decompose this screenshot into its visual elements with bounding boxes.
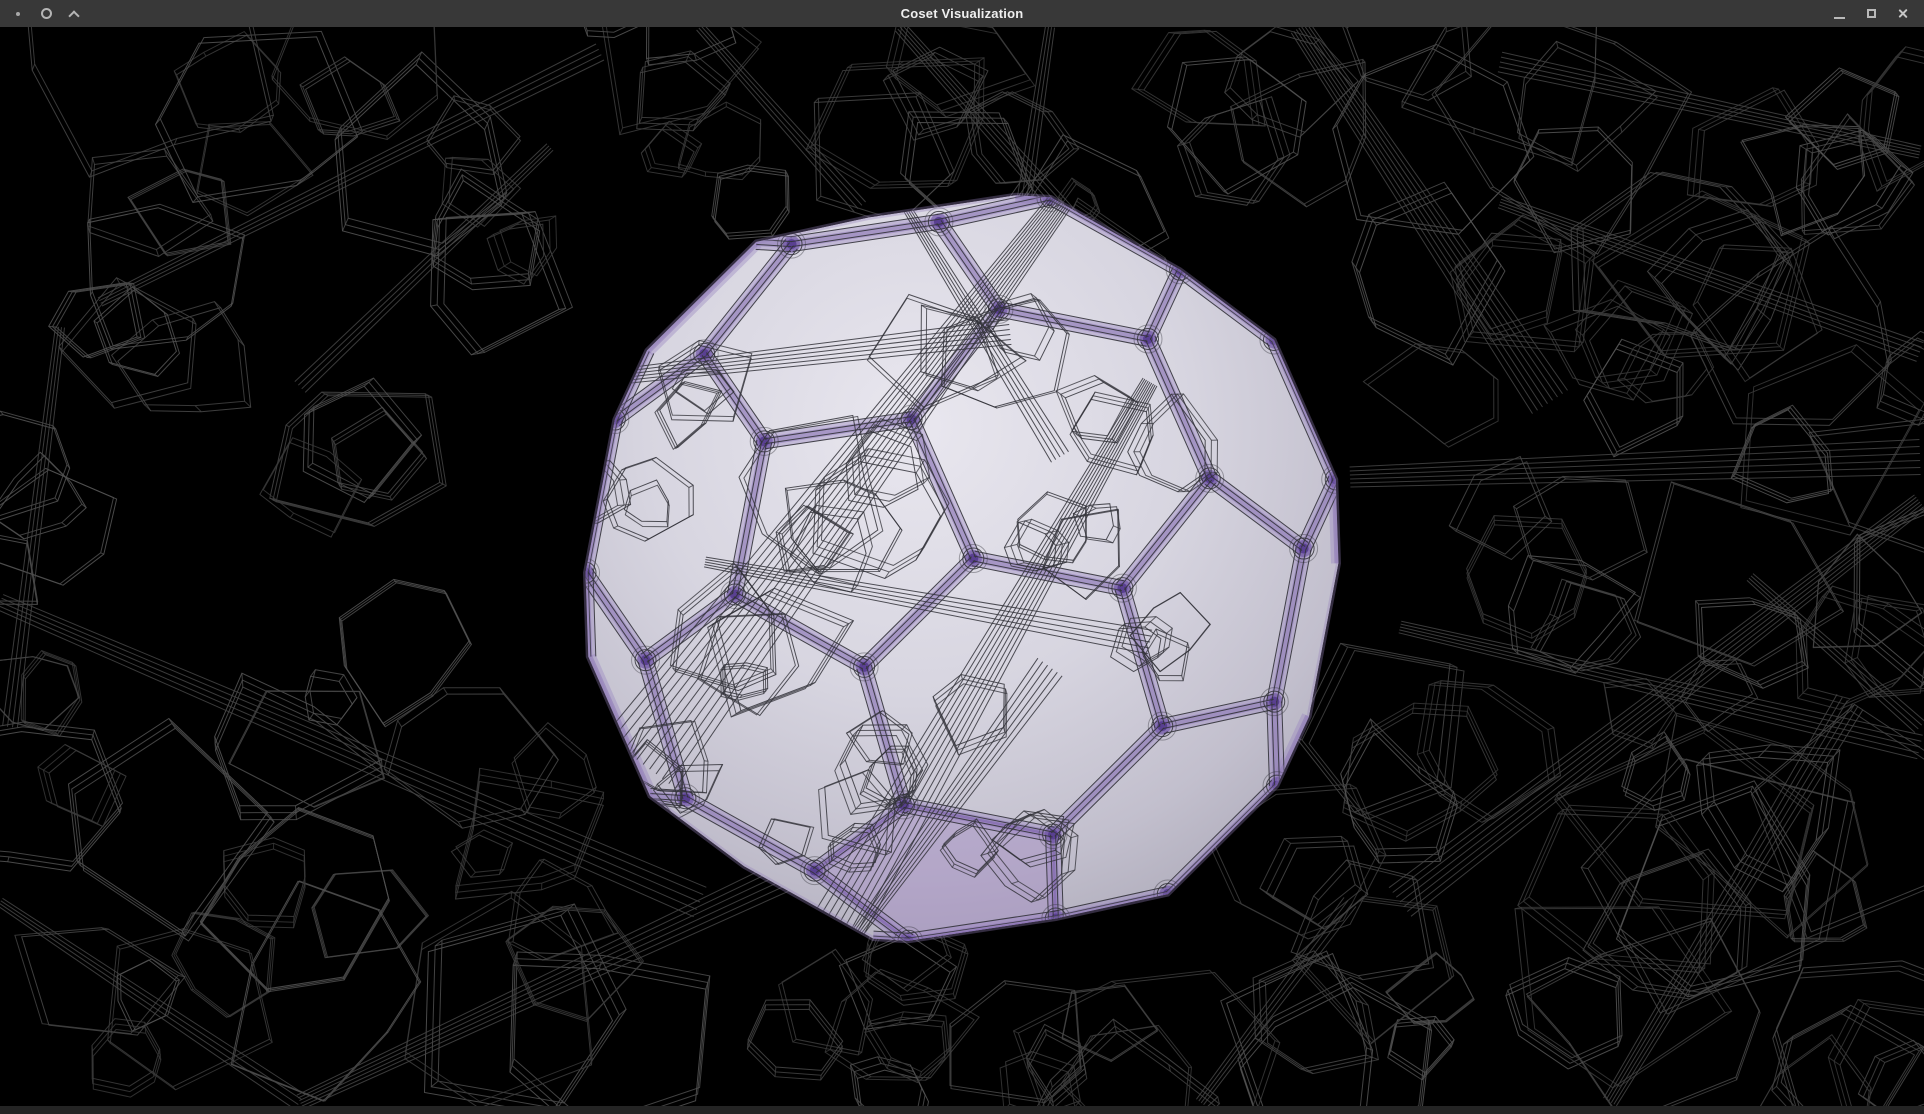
window-title: Coset Visualization: [0, 6, 1924, 21]
circle-icon[interactable]: [34, 2, 58, 26]
minimize-button[interactable]: [1827, 2, 1851, 26]
window-border-bottom: [0, 1106, 1924, 1114]
titlebar[interactable]: Coset Visualization: [0, 0, 1924, 27]
dot-icon: [6, 2, 30, 26]
titlebar-left-icons: [6, 0, 86, 27]
maximize-icon: [1867, 9, 1876, 18]
coset-sphere: [546, 183, 1350, 971]
close-button[interactable]: [1891, 2, 1915, 26]
close-icon: [1897, 7, 1910, 20]
shade-chevron-icon[interactable]: [62, 2, 86, 26]
visualization-viewport[interactable]: [0, 27, 1924, 1106]
maximize-button[interactable]: [1859, 2, 1883, 26]
minimize-icon: [1834, 17, 1845, 19]
app-window: Coset Visualization: [0, 0, 1924, 1114]
coset-3d-canvas[interactable]: [0, 27, 1924, 1106]
window-controls: [1827, 0, 1915, 27]
